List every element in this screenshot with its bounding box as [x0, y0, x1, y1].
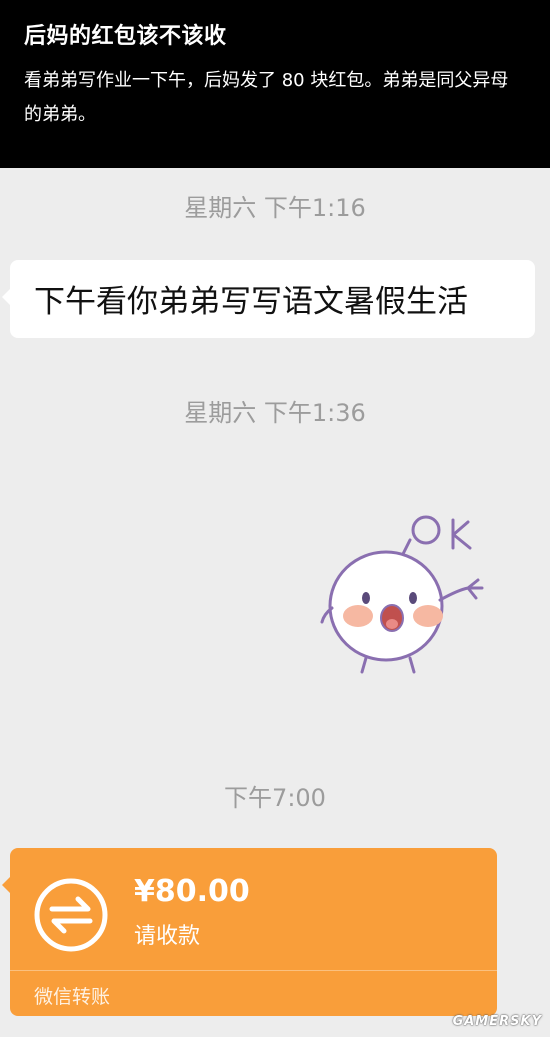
divider	[10, 970, 497, 971]
transfer-icon	[34, 878, 108, 952]
timestamp: 星期六 下午1:36	[184, 399, 366, 427]
transfer-status: 请收款	[134, 924, 201, 949]
transfer-card[interactable]: ¥80.00 请收款 微信转账	[2, 848, 497, 1016]
timestamp: 星期六 下午1:16	[184, 194, 366, 222]
transfer-footer: 微信转账	[34, 986, 111, 1008]
message-text: 下午看你弟弟写写语文暑假生活	[34, 284, 468, 320]
timestamp: 下午7:00	[224, 784, 326, 812]
watermark: GAMERSKY	[452, 1014, 542, 1029]
post-title: 后妈的红包该不该收	[24, 24, 227, 49]
post-description: 看弟弟写作业一下午，后妈发了 80 块红包。弟弟是同父异母的弟弟。	[24, 70, 509, 125]
post-header: 后妈的红包该不该收 看弟弟写作业一下午，后妈发了 80 块红包。弟弟是同父异母的…	[0, 0, 550, 168]
transfer-amount: ¥80.00	[134, 874, 250, 909]
ok-sticker[interactable]	[318, 508, 493, 678]
chat-area[interactable]: 星期六 下午1:16 下午看你弟弟写写语文暑假生活 星期六 下午1:36 下午7…	[0, 168, 550, 1037]
incoming-message-bubble[interactable]: 下午看你弟弟写写语文暑假生活	[2, 260, 535, 338]
